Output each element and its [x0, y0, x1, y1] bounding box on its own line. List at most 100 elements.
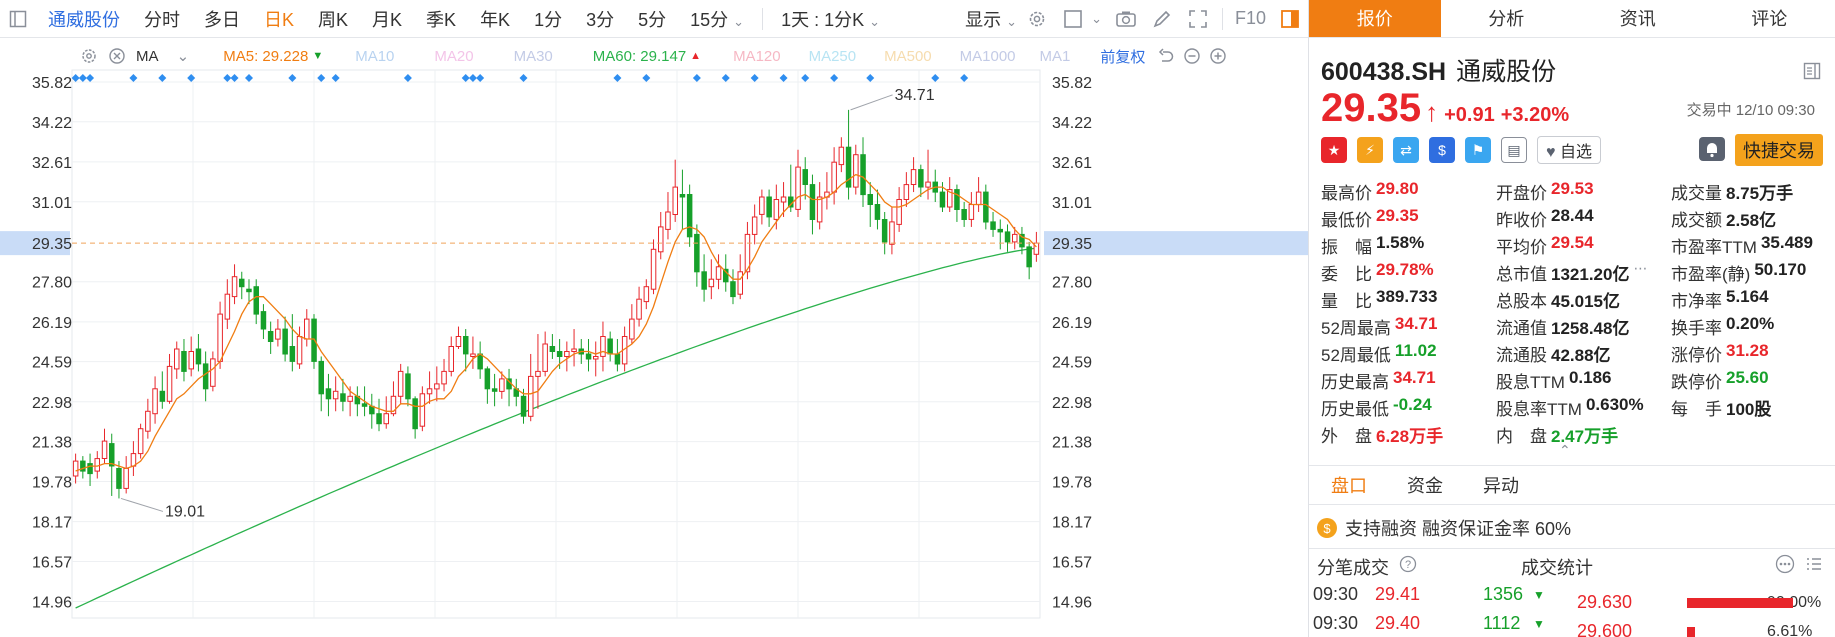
- y-tick-label-right: 26.19: [1052, 315, 1092, 332]
- bookmark-icon[interactable]: ▤: [1501, 137, 1527, 163]
- candle-down: [802, 169, 808, 186]
- y-tick-label-right: 22.98: [1052, 395, 1092, 412]
- stock-name-tab[interactable]: 通威股份: [36, 6, 132, 32]
- ma20-label: MA20: [434, 47, 474, 65]
- stat-label: 委 比: [1321, 265, 1372, 284]
- stat-label: 历史最低: [1321, 400, 1389, 419]
- stat-value: 1321.20亿: [1551, 265, 1630, 284]
- undo-icon[interactable]: [1157, 47, 1175, 65]
- ma-close-icon[interactable]: [108, 47, 126, 65]
- more-options-icon[interactable]: [1775, 554, 1795, 579]
- candle-up: [123, 468, 129, 489]
- candle-up: [737, 271, 743, 295]
- ma-settings-gear-icon[interactable]: [80, 47, 98, 65]
- ma10-label: MA10: [355, 47, 395, 65]
- period-tab-multiday[interactable]: 多日: [192, 6, 252, 32]
- candle-up: [224, 293, 231, 320]
- expand-caret-icon[interactable]: ⌃: [1559, 442, 1571, 459]
- candle-up: [145, 410, 151, 432]
- tag-icon[interactable]: ⚑: [1465, 137, 1491, 163]
- add-favorite-button[interactable]: ♥ 自选: [1537, 136, 1601, 164]
- dollar-icon[interactable]: $: [1429, 137, 1455, 163]
- period-tab-1min[interactable]: 1分: [522, 6, 574, 32]
- toolbar-divider: [762, 7, 764, 30]
- period-tab-quarterly[interactable]: 季K: [414, 6, 468, 32]
- volume-stats-list: 29.630 90.00% 29.600 6.61%: [1577, 588, 1821, 637]
- candle-up: [600, 336, 606, 357]
- bell-icon[interactable]: [1699, 137, 1725, 161]
- fq-toggle[interactable]: 前复权: [1100, 46, 1145, 67]
- tab-quote[interactable]: 报价: [1309, 0, 1441, 37]
- candle-down: [405, 373, 411, 400]
- list-view-icon[interactable]: [1805, 555, 1823, 578]
- stat-cell: 总市值 1321.20亿 ⋯: [1496, 260, 1671, 285]
- kline-chart[interactable]: 35.82 35.82 34.22 34.22 32.61 32.61 31.01 31.01…: [0, 38, 1308, 637]
- tab-analysis[interactable]: 分析: [1441, 0, 1573, 37]
- kline-chart-svg[interactable]: 35.82 35.82 34.22 34.22 32.61 32.61 31.01 31.01…: [0, 38, 1308, 637]
- stat-cell: 历史最低 -0.24: [1321, 395, 1496, 420]
- stat-label: 昨收价: [1496, 211, 1547, 230]
- stock-code: 600438.SH: [1321, 58, 1447, 86]
- ma500-label: MA500: [884, 47, 932, 65]
- period-tab-15min-label: 15分: [690, 9, 729, 30]
- y-tick-label-left: 27.80: [32, 275, 72, 292]
- volume-stat-bar: [1687, 626, 1695, 637]
- stat-value: 25.60: [1726, 368, 1769, 387]
- china-flag-icon[interactable]: ★: [1321, 137, 1347, 163]
- zoom-in-icon[interactable]: [1209, 47, 1227, 65]
- tab-news[interactable]: 资讯: [1572, 0, 1704, 37]
- period-tab-weekly[interactable]: 周K: [306, 6, 360, 32]
- shuffle-icon[interactable]: ⇄: [1393, 137, 1419, 163]
- stat-value: 0.20%: [1726, 314, 1775, 333]
- stat-cell: 跌停价 25.60: [1671, 368, 1826, 393]
- gear-icon[interactable]: [1026, 8, 1048, 30]
- stat-label: 历史最高: [1321, 373, 1389, 392]
- price-change-pct: +3.20%: [1500, 104, 1570, 126]
- candle-up: [672, 186, 678, 216]
- fullscreen-icon[interactable]: [1187, 8, 1209, 30]
- tab-abnormal[interactable]: 异动: [1483, 472, 1519, 498]
- stat-label: 市净率: [1671, 292, 1722, 311]
- period-tab-15min[interactable]: 15分 ⌄: [678, 6, 756, 32]
- stats-row: 52周最低 11.02 流通股 42.88亿 涨停价 31.28: [1321, 340, 1826, 367]
- period-tab-5min[interactable]: 5分: [626, 6, 678, 32]
- period-tab-intraday[interactable]: 分时: [132, 6, 192, 32]
- ma-selector[interactable]: MA ⌄: [136, 47, 203, 65]
- period-tab-yearly[interactable]: 年K: [468, 6, 522, 32]
- period-tab-monthly[interactable]: 月K: [360, 6, 414, 32]
- chart-frame-icon[interactable]: [1062, 8, 1084, 30]
- y-tick-label-right: 14.96: [1052, 595, 1092, 612]
- period-tab-3min[interactable]: 3分: [574, 6, 626, 32]
- draw-pen-icon[interactable]: [1151, 8, 1173, 30]
- stat-label: 量 比: [1321, 292, 1372, 311]
- sidebar-toggle-icon[interactable]: [7, 8, 29, 30]
- ma1000-label: MA1000: [959, 47, 1016, 65]
- tab-comments[interactable]: 评论: [1704, 0, 1835, 37]
- help-icon[interactable]: ?: [1399, 555, 1417, 578]
- ma5-down-arrow-icon: ▼: [312, 50, 324, 62]
- stat-value: 2.58亿: [1726, 211, 1777, 230]
- side-panel-toggle-icon[interactable]: [1279, 8, 1301, 30]
- f10-button[interactable]: F10: [1229, 8, 1272, 29]
- down-triangle-icon: ▼: [1533, 587, 1545, 602]
- chevron-down-icon[interactable]: ⌄: [1091, 11, 1102, 27]
- candle-up: [448, 346, 454, 372]
- camera-icon[interactable]: [1115, 8, 1137, 30]
- candle-up: [975, 191, 982, 206]
- display-menu[interactable]: 显示 ⌄: [953, 6, 1019, 32]
- tab-capital[interactable]: 资金: [1407, 472, 1443, 498]
- collapse-panel-icon[interactable]: [1803, 62, 1821, 85]
- lightning-icon[interactable]: ⚡: [1357, 137, 1383, 163]
- tab-order-book[interactable]: 盘口: [1331, 472, 1367, 498]
- candle-up: [217, 313, 223, 362]
- candle-down: [809, 184, 816, 221]
- zoom-out-icon[interactable]: [1183, 47, 1201, 65]
- more-info-icon[interactable]: ⋯: [1633, 260, 1647, 285]
- period-range-select[interactable]: 1天 : 1分K ⌄: [769, 6, 892, 32]
- period-tab-daily[interactable]: 日K: [252, 6, 306, 32]
- stat-value: 5.164: [1726, 287, 1769, 306]
- candle-down: [325, 388, 332, 400]
- stat-label: 换手率: [1671, 319, 1722, 338]
- candle-up: [896, 199, 902, 225]
- quick-trade-button[interactable]: 快捷交易: [1735, 134, 1823, 166]
